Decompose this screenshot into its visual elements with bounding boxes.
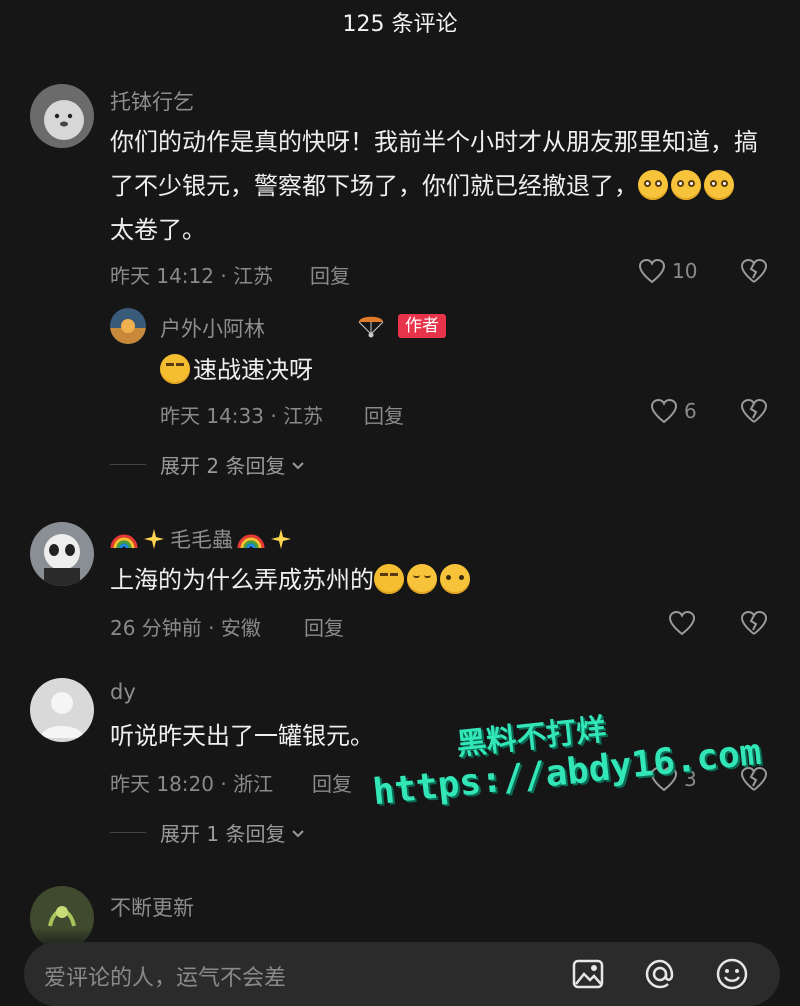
username-row: 毛毛蟲 <box>110 524 293 554</box>
sad-emoji-icon <box>440 564 470 594</box>
comment-text: 听说昨天出了一罐银元。 <box>110 722 374 750</box>
reply-meta: 昨天 14:33 · 江苏 <box>160 404 324 428</box>
parachute-icon <box>356 310 386 344</box>
rainbow-icon <box>237 534 265 549</box>
reply-button[interactable]: 回复 <box>364 400 404 429</box>
reply-button[interactable]: 回复 <box>312 768 352 797</box>
comment-text: 上海的为什么弄成苏州的 <box>110 558 473 602</box>
dislike-button[interactable] <box>740 258 768 288</box>
comment-text: 你们的动作是真的快呀！我前半个小时才从朋友那里知道，搞了不少银元，警察都下场了，… <box>110 120 760 252</box>
reply-body: 速战速决呀 <box>193 356 313 384</box>
divider <box>110 464 146 465</box>
reply-button[interactable]: 回复 <box>304 612 344 641</box>
broken-heart-icon <box>740 398 768 423</box>
avatar[interactable] <box>30 522 94 586</box>
comment-meta: 昨天 18:20 · 浙江 <box>110 772 274 796</box>
avatar[interactable] <box>30 678 94 742</box>
emoji-button[interactable] <box>714 956 750 996</box>
grin-emoji-icon <box>638 170 668 200</box>
username[interactable]: dy <box>110 680 136 704</box>
comment-body-tail: 太卷了。 <box>110 216 206 244</box>
dislike-button[interactable] <box>740 398 768 428</box>
broken-heart-icon <box>740 258 768 283</box>
laugh-cry-emoji-icon <box>374 564 404 594</box>
comment-meta: 昨天 14:12 · 江苏 <box>110 264 274 288</box>
reply-username[interactable]: 户外小阿林 <box>160 313 265 343</box>
avatar[interactable] <box>110 308 146 344</box>
like-count: 6 <box>684 399 697 423</box>
laugh-cry-emoji-icon <box>160 354 190 384</box>
image-icon <box>572 959 604 989</box>
expand-replies-button[interactable]: 展开 2 条回复 <box>110 450 307 479</box>
mention-button[interactable] <box>642 956 678 996</box>
expand-label: 展开 2 条回复 <box>160 454 286 478</box>
heart-icon <box>650 398 678 424</box>
comment-count-title: 125 条评论 <box>342 12 458 37</box>
reply-button[interactable]: 回复 <box>310 260 350 289</box>
avatar[interactable] <box>30 84 94 148</box>
like-button[interactable]: 10 <box>638 258 697 284</box>
smiley-icon <box>716 958 748 990</box>
chevron-down-icon <box>292 829 305 837</box>
user-avatar-image <box>30 522 94 586</box>
heart-icon <box>638 258 666 284</box>
reply-text: 速战速决呀 <box>160 348 313 392</box>
grin-emoji-icon <box>704 170 734 200</box>
like-count: 10 <box>672 259 698 283</box>
username[interactable]: 不断更新 <box>110 892 194 922</box>
divider <box>110 832 146 833</box>
username[interactable]: 托钵行乞 <box>110 86 194 116</box>
author-badge: 作者 <box>398 314 446 338</box>
shy-emoji-icon <box>407 564 437 594</box>
like-button[interactable]: 6 <box>650 398 697 424</box>
image-button[interactable] <box>570 956 606 996</box>
comment-input-placeholder[interactable]: 爱评论的人，运气不会差 <box>44 960 286 992</box>
username[interactable]: 毛毛蟲 <box>170 524 233 554</box>
comment-input-bar[interactable]: 爱评论的人，运气不会差 <box>24 942 780 1006</box>
broken-heart-icon <box>740 610 768 635</box>
like-button[interactable] <box>668 610 696 636</box>
at-sign-icon <box>645 959 674 989</box>
comment-meta: 26 分钟前 · 安徽 <box>110 616 261 640</box>
user-avatar-image <box>110 308 146 344</box>
expand-replies-button[interactable]: 展开 1 条回复 <box>110 818 307 847</box>
grin-emoji-icon <box>671 170 701 200</box>
heart-icon <box>668 610 696 636</box>
dislike-button[interactable] <box>740 610 768 640</box>
user-avatar-image <box>30 84 94 148</box>
sparkles-icon <box>271 529 291 549</box>
default-avatar-icon <box>30 678 94 742</box>
chevron-down-icon <box>292 461 305 469</box>
sparkles-icon <box>144 529 164 549</box>
rainbow-icon <box>110 534 138 549</box>
comment-body: 上海的为什么弄成苏州的 <box>110 566 374 594</box>
expand-label: 展开 1 条回复 <box>160 822 286 846</box>
